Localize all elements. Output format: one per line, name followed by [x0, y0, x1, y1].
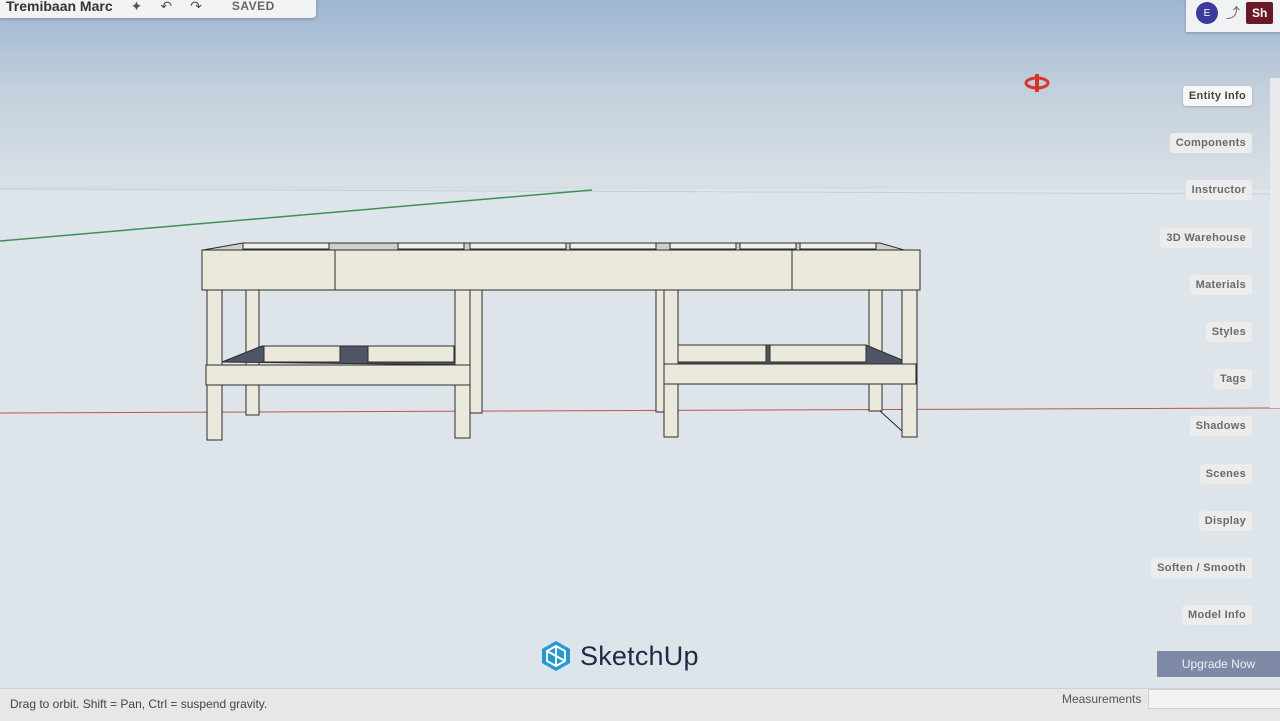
panel-rail: [1270, 78, 1280, 408]
tab-instructor[interactable]: Instructor: [1185, 180, 1252, 200]
top-right-toolbar: E ⤴ Sh: [1186, 0, 1280, 32]
tab-model-info[interactable]: Model Info: [1182, 605, 1252, 625]
share-button[interactable]: Sh: [1246, 2, 1274, 24]
redo-icon[interactable]: ↷: [190, 0, 202, 15]
tab-tags[interactable]: Tags: [1213, 369, 1252, 389]
tab-shadows[interactable]: Shadows: [1189, 416, 1252, 436]
undo-icon[interactable]: ↶: [160, 0, 172, 15]
tab-styles[interactable]: Styles: [1205, 322, 1252, 342]
file-title[interactable]: Tremibaan Marc: [6, 0, 113, 14]
model-canvas[interactable]: [0, 0, 1280, 720]
tab-components[interactable]: Components: [1169, 133, 1252, 153]
measurements-label: Measurements: [1062, 692, 1142, 706]
tab-soften-smooth[interactable]: Soften / Smooth: [1151, 558, 1252, 578]
tab-3d-warehouse[interactable]: 3D Warehouse: [1160, 228, 1252, 248]
tab-materials[interactable]: Materials: [1189, 275, 1252, 295]
3d-viewport[interactable]: [0, 0, 1280, 720]
save-status: SAVED: [231, 0, 275, 13]
sketchup-logo-icon: [542, 641, 570, 671]
upgrade-button[interactable]: Upgrade Now: [1157, 651, 1280, 677]
link-icon[interactable]: ⤴: [1226, 3, 1240, 23]
file-bar: Tremibaan Marc ✦ ↶ ↷ SAVED: [0, 0, 316, 18]
status-hint: Drag to orbit. Shift = Pan, Ctrl = suspe…: [10, 697, 268, 711]
status-bar: Drag to orbit. Shift = Pan, Ctrl = suspe…: [0, 688, 1280, 721]
tab-display[interactable]: Display: [1198, 511, 1252, 531]
sparkle-icon[interactable]: ✦: [131, 0, 143, 15]
sketchup-logo: SketchUp: [540, 638, 699, 674]
orbit-cursor-icon: [1024, 74, 1050, 92]
logo-text: SketchUp: [580, 640, 699, 671]
avatar[interactable]: E: [1196, 2, 1218, 24]
tab-scenes[interactable]: Scenes: [1199, 464, 1252, 484]
measurements-input[interactable]: [1148, 689, 1280, 709]
tab-entity-info[interactable]: Entity Info: [1182, 86, 1252, 106]
